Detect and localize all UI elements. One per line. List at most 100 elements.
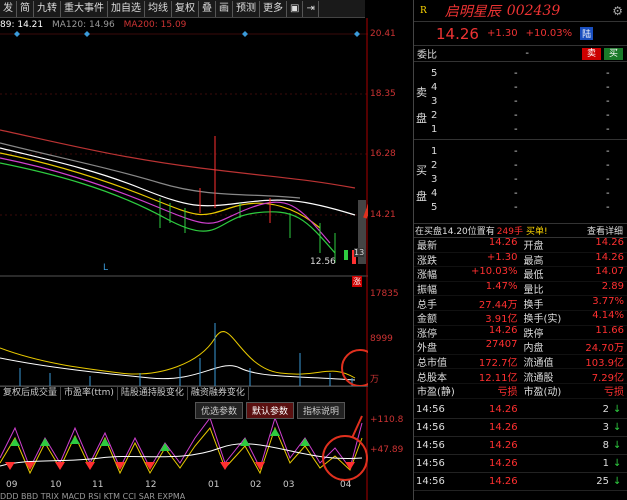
level-number: 4 (431, 187, 438, 199)
weibi-value: - (525, 48, 529, 59)
trade-volume: 3 (602, 421, 609, 433)
stat-cell: 最低 14.07 (521, 266, 627, 281)
level-number: 5 (431, 201, 438, 213)
axis-osc-2: +47.89 (370, 445, 404, 455)
stat-value: 24.70万 (585, 343, 624, 355)
param-tabs: 优选参数 默认参数 指标说明 (195, 402, 346, 419)
low-price-label: 12.56 (310, 257, 336, 267)
osc-tab[interactable]: KTM (104, 492, 120, 500)
stat-row: 总手 27.44万 换手 3.77% (414, 296, 627, 311)
stat-cell: 金额 3.91亿 (414, 310, 521, 325)
buy-level-row: 5 - - (414, 200, 627, 214)
chart-marker-l: L (103, 263, 109, 273)
axis-price-3: 16.28 (370, 149, 396, 159)
stat-value: 1.47% (485, 281, 518, 293)
toolbar-btn-fa[interactable]: 发 (0, 0, 17, 17)
stock-code: 002439 (506, 2, 561, 19)
toolbar-btn-predict[interactable]: 预测 (233, 0, 260, 17)
stat-key: 金额 (417, 314, 437, 326)
stat-value: 12.11亿 (478, 372, 518, 384)
stat-row: 金额 3.91亿 换手(实) 4.14% (414, 310, 627, 326)
stat-cell: 跌停 11.66 (521, 325, 627, 340)
stat-cell: 涨幅 +10.03% (414, 266, 521, 281)
trade-row: 14:56 14.26 2 ↓ (414, 401, 627, 419)
trade-time: 14:56 (416, 439, 445, 451)
tab-adjusted-volume[interactable]: 复权后成交量 (0, 387, 62, 400)
osc-tab[interactable]: MACD (62, 492, 86, 500)
osc-tab[interactable]: BBD (21, 492, 38, 500)
sell-book: 卖 盘 5--4--3--2--1-- (414, 62, 627, 140)
stat-value: 亏损 (604, 387, 624, 399)
level-price: - (514, 67, 518, 79)
osc-tab[interactable]: SAR (139, 492, 155, 500)
gear-icon[interactable]: ⚙ (612, 4, 623, 18)
down-arrow-icon: ↓ (613, 457, 622, 469)
stat-key: 总手 (417, 299, 437, 311)
weibi-label: 委比 (417, 50, 437, 61)
level-price: - (514, 81, 518, 93)
stats-table: 最新 14.26 开盘 14.26 涨跌 +1.30 最高 14.26 涨幅 +10.03% 最低 1… (414, 237, 627, 399)
toolbar-btn-more[interactable]: 更多 (260, 0, 287, 17)
toolbar-btn-jian[interactable]: 简 (17, 0, 34, 17)
view-detail-link[interactable]: 查看详细 (587, 224, 623, 237)
stat-cell: 换手 3.77% (521, 296, 627, 311)
fullscreen-icon[interactable]: ⇥ (303, 0, 319, 17)
osc-tab[interactable]: RSI (88, 492, 101, 500)
level-price: - (514, 109, 518, 121)
osc-tab[interactable]: CCI (123, 492, 137, 500)
stock-title: R 启明星辰 002439 ⚙ (414, 0, 627, 22)
buy-level-row: 4 - - (414, 186, 627, 200)
sell-button[interactable]: 卖 (581, 47, 601, 60)
stat-value: 3.91亿 (485, 314, 518, 326)
stat-cell: 总市值 172.7亿 (414, 354, 521, 369)
camera-icon[interactable]: ▣ (287, 0, 304, 17)
stat-value: 4.14% (592, 310, 624, 322)
tab-optimal-params[interactable]: 优选参数 (195, 402, 244, 419)
level-number: 1 (431, 145, 438, 157)
axis-osc-1: +110.8 (370, 415, 404, 425)
buy-level-row: 3 - - (414, 172, 627, 186)
quote-panel: R 启明星辰 002439 ⚙ 14.26 +1.30 +10.03% 陆 委比… (413, 0, 627, 500)
toolbar-btn-adjust[interactable]: 复权 (172, 0, 199, 17)
tab-indicator-help[interactable]: 指标说明 (297, 402, 346, 419)
toolbar-btn-draw[interactable]: 画 (216, 0, 233, 17)
tab-default-params[interactable]: 默认参数 (246, 402, 295, 419)
stat-key: 量比 (523, 285, 544, 297)
toolbar-btn-overlay[interactable]: 叠 (199, 0, 216, 17)
toolbar-btn-add-watchlist[interactable]: 加自选 (108, 0, 145, 17)
down-arrow-icon: ↓ (613, 439, 622, 451)
level-number: 4 (431, 81, 438, 93)
buy-level-row: 1 - - (414, 144, 627, 158)
stat-key: 涨跌 (417, 255, 437, 267)
stat-key: 最低 (523, 270, 544, 282)
stat-value: 14.07 (595, 266, 624, 278)
volume-highlight-circle (341, 349, 368, 387)
axis-price-4: 14.21 (370, 210, 396, 220)
sell-level-row: 4 - - (414, 80, 627, 94)
notice-text: 在买盘14.20位置有 (415, 227, 495, 237)
trade-price: 14.26 (489, 439, 518, 451)
toolbar-btn-major-events[interactable]: 重大事件 (61, 0, 108, 17)
axis-price-2: 18.35 (370, 89, 396, 99)
level-volume: - (606, 67, 610, 79)
stat-key: 振幅 (417, 285, 437, 297)
toolbar-btn-ma[interactable]: 均线 (145, 0, 172, 17)
level-volume: - (606, 173, 610, 185)
stat-cell: 振幅 1.47% (414, 281, 521, 296)
limit-up-tag: 涨 (352, 276, 362, 287)
osc-tab[interactable]: EXPMA (158, 492, 186, 500)
stat-value: 11.66 (595, 324, 624, 336)
date-label: 04 (340, 480, 352, 490)
osc-tab[interactable]: TRIX (41, 492, 59, 500)
tab-pe-ttm[interactable]: 市盈率(ttm) (61, 387, 118, 400)
down-arrow-icon: ↓ (613, 421, 622, 433)
toolbar-btn-jiuzhuan[interactable]: 九转 (34, 0, 61, 17)
buy-book: 买 盘 1--2--3--4--5-- (414, 140, 627, 224)
buy-button[interactable]: 买 (603, 47, 623, 60)
stat-value: 2.89 (601, 281, 624, 293)
osc-tab[interactable]: DDD (0, 492, 18, 500)
date-label: 02 (250, 480, 262, 490)
stat-row: 涨停 14.26 跌停 11.66 (414, 325, 627, 341)
tab-margin[interactable]: 融资融券变化 (188, 387, 249, 400)
tab-hk-connect[interactable]: 陆股通持股变化 (118, 387, 188, 400)
